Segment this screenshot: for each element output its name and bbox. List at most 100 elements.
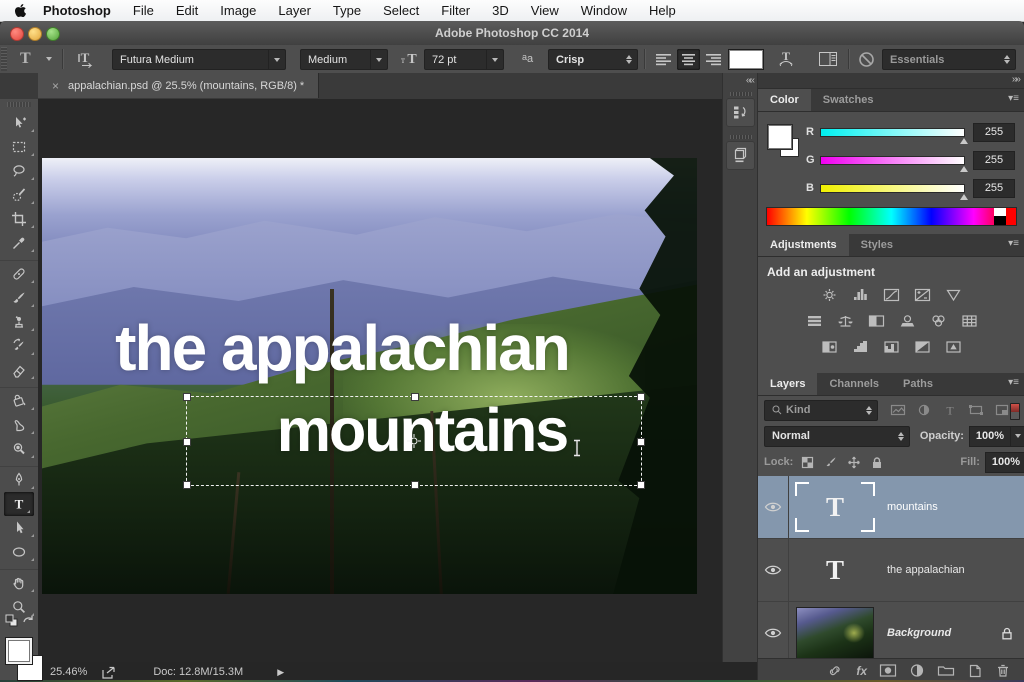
workspace-field[interactable]: Essentials [882,49,1016,70]
tool-preset-dropdown[interactable] [46,45,52,73]
adjustments-panel-menu-icon[interactable]: ▾≡ [1008,238,1019,249]
lock-transparent-icon[interactable] [801,456,815,469]
spot-healing-brush-tool[interactable] [0,262,38,286]
layer-thumbnail[interactable] [789,602,881,664]
exposure-icon[interactable] [912,287,933,303]
ellipse-tool[interactable] [0,540,38,564]
adjustments-tab-adjustments[interactable]: Adjustments [758,234,849,256]
hand-tool[interactable] [0,571,38,595]
cancel-edits-icon[interactable] [858,45,875,73]
levels-icon[interactable] [850,287,871,303]
link-layers-button[interactable] [826,663,844,678]
channel-value-r[interactable]: 255 [973,123,1015,142]
font-family-field[interactable]: Futura Medium [112,49,286,70]
lock-move-icon[interactable] [847,456,861,469]
history-panel-icon[interactable] [726,98,755,127]
posterize-icon[interactable] [850,339,871,355]
layer-row-the-appalachian[interactable]: Tthe appalachian [758,539,1024,602]
align-center-button[interactable] [677,49,700,70]
smudge-tool[interactable] [0,413,38,437]
menu-help[interactable]: Help [649,3,676,18]
spectrum-white-swatch[interactable] [994,208,1006,216]
clone-stamp-tool[interactable] [0,310,38,334]
minimize-window-button[interactable] [28,27,42,41]
layer-row-Background[interactable]: Background [758,602,1024,665]
gradient-map-icon[interactable] [912,339,933,355]
opacity-field[interactable]: 100% [969,426,1024,447]
invert-icon[interactable] [819,339,840,355]
document-image[interactable]: the appalachian mountains [42,158,697,594]
selection-handle-top-left[interactable] [183,393,191,401]
new-group-button[interactable] [937,663,955,678]
align-right-button[interactable] [702,49,725,70]
move-tool[interactable] [0,111,38,135]
layer-visibility-toggle[interactable] [758,539,789,601]
layer-filter-toggle[interactable] [1010,403,1020,420]
new-adjustment-layer-button[interactable] [909,663,925,678]
font-family-dropdown[interactable] [268,50,285,69]
canvas-area[interactable]: the appalachian mountains [38,99,722,662]
photo-filter-icon[interactable] [897,313,918,329]
expand-panels-icon[interactable]: «« [723,73,758,86]
path-selection-tool[interactable] [0,516,38,540]
slider-track-b[interactable] [820,184,965,193]
layers-tab-paths[interactable]: Paths [891,373,945,395]
properties-panel-icon[interactable] [726,141,755,170]
color-lookup-icon[interactable] [959,313,980,329]
transform-reference-point[interactable] [407,434,421,448]
anti-alias-field[interactable]: Crisp [548,49,638,70]
eraser-tool[interactable] [0,358,38,382]
crop-tool[interactable] [0,207,38,231]
text-orientation-button[interactable]: T [76,45,96,73]
selection-handle-bottom-right[interactable] [637,481,645,489]
selection-handle-bottom-center[interactable] [411,481,419,489]
layer-row-mountains[interactable]: Tmountains [758,476,1024,539]
layers-tab-layers[interactable]: Layers [758,373,817,395]
document-tab[interactable]: × appalachian.psd @ 25.5% (mountains, RG… [38,73,319,98]
add-layer-mask-button[interactable] [879,663,897,678]
shape-layers-filter-icon[interactable] [968,403,984,417]
slider-track-g[interactable] [820,156,965,165]
smart-objects-filter-icon[interactable] [994,403,1010,417]
layer-thumbnail[interactable]: T [789,476,881,538]
menu-view[interactable]: View [531,3,559,18]
layer-filter-dropdown[interactable] [866,406,872,415]
slider-track-r[interactable] [820,128,965,137]
layer-style-fx-button[interactable]: fx [856,664,867,678]
menu-edit[interactable]: Edit [176,3,198,18]
adjustments-tab-styles[interactable]: Styles [849,234,905,256]
selection-handle-middle-right[interactable] [637,438,645,446]
anti-alias-dropdown[interactable] [626,55,632,64]
layer-thumbnail[interactable]: T [789,539,881,601]
blend-mode-dropdown[interactable] [898,432,904,441]
eyedropper-tool[interactable] [0,231,38,255]
font-style-dropdown[interactable] [370,50,387,69]
layer-filter-field[interactable]: Kind [764,400,878,421]
options-bar-grip[interactable] [1,47,7,71]
zoom-window-button[interactable] [46,27,60,41]
type-layers-filter-icon[interactable]: T [942,403,958,417]
slider-knob-g[interactable] [960,166,968,172]
threshold-icon[interactable] [881,339,902,355]
menu-3d[interactable]: 3D [492,3,509,18]
menu-image[interactable]: Image [220,3,256,18]
warp-text-button[interactable]: T [776,45,796,73]
color-spectrum-ramp[interactable] [766,207,1017,226]
quick-selection-tool[interactable] [0,183,38,207]
tab-close-icon[interactable]: × [52,79,59,93]
color-balance-icon[interactable] [835,313,856,329]
fill-field[interactable]: 100% [985,452,1024,473]
new-layer-button[interactable] [967,663,983,678]
channel-mixer-icon[interactable] [928,313,949,329]
menu-type[interactable]: Type [333,3,361,18]
slider-knob-r[interactable] [960,138,968,144]
panel-foreground-swatch[interactable] [767,124,793,150]
panel-grip[interactable] [730,92,752,96]
menu-layer[interactable]: Layer [278,3,311,18]
font-style-field[interactable]: Medium [300,49,388,70]
spectrum-black-swatch[interactable] [994,216,1006,225]
adjustment-layers-filter-icon[interactable] [916,403,932,417]
layer-visibility-toggle[interactable] [758,602,789,664]
blend-mode-field[interactable]: Normal [764,426,910,447]
menu-filter[interactable]: Filter [441,3,470,18]
